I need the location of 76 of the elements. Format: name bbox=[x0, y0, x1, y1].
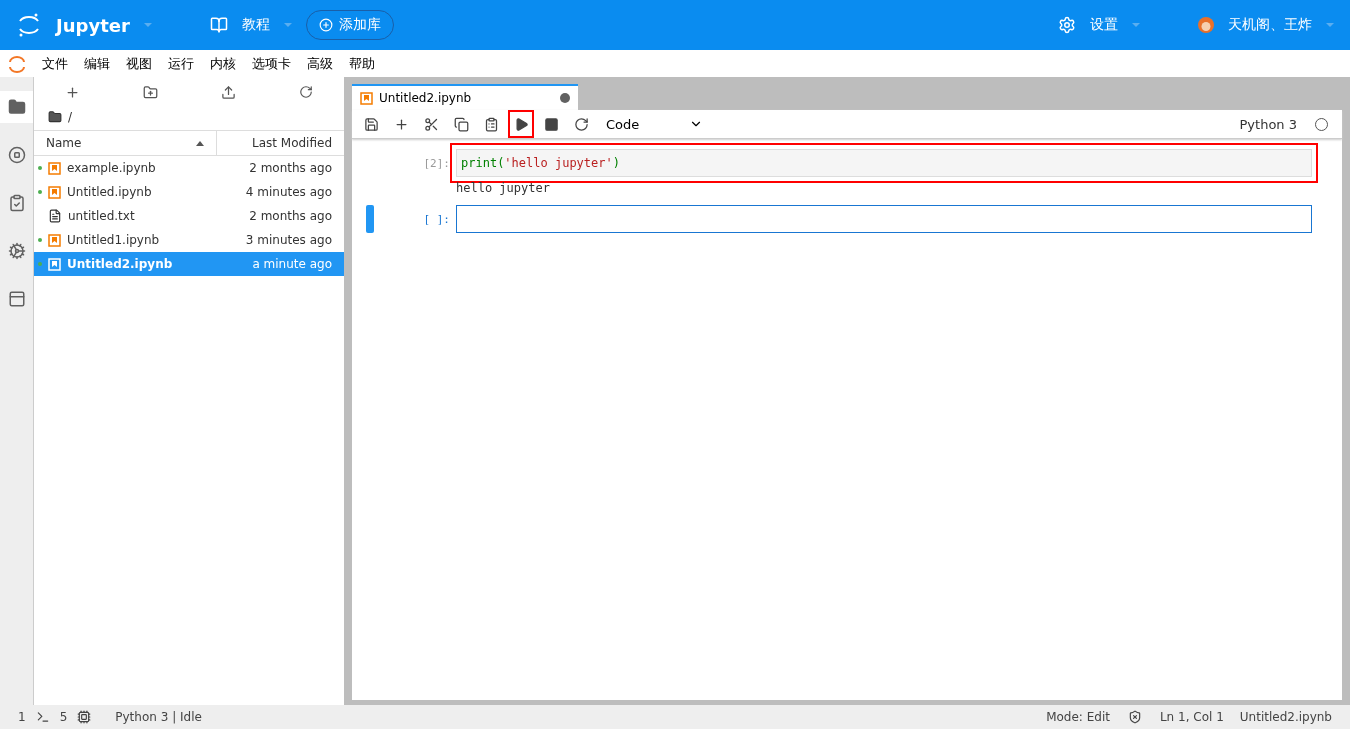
file-modified: a minute ago bbox=[252, 257, 332, 271]
file-row[interactable]: example.ipynb 2 months ago bbox=[34, 156, 344, 180]
settings-icon[interactable] bbox=[1058, 16, 1076, 34]
gears-icon bbox=[7, 242, 26, 260]
file-row[interactable]: untitled.txt 2 months ago bbox=[34, 204, 344, 228]
notebook-icon bbox=[48, 161, 61, 175]
file-icon bbox=[48, 209, 62, 223]
plus-circle-icon bbox=[318, 18, 333, 32]
terminal-icon[interactable] bbox=[35, 710, 50, 724]
sort-arrow-icon[interactable] bbox=[196, 140, 205, 146]
file-modified: 2 months ago bbox=[249, 161, 332, 175]
kernel-status[interactable]: Python 3 | Idle bbox=[115, 710, 202, 724]
play-icon bbox=[513, 116, 529, 132]
plus-icon bbox=[393, 116, 409, 132]
stop-circle-icon bbox=[7, 146, 26, 164]
plus-icon[interactable] bbox=[65, 85, 81, 100]
refresh-icon[interactable] bbox=[298, 85, 313, 99]
file-row[interactable]: Untitled.ipynb 4 minutes ago bbox=[34, 180, 344, 204]
clipboard-icon bbox=[483, 116, 499, 132]
copy-icon bbox=[453, 116, 469, 132]
notebook-icon bbox=[48, 233, 61, 247]
file-name: example.ipynb bbox=[67, 161, 157, 175]
file-name: untitled.txt bbox=[68, 209, 136, 223]
stop-icon bbox=[543, 116, 559, 132]
avatar-icon[interactable] bbox=[1198, 17, 1214, 33]
play-button[interactable] bbox=[508, 110, 534, 138]
menu-item[interactable]: 编辑 bbox=[84, 54, 110, 73]
notebook-icon bbox=[48, 257, 61, 271]
menu-item[interactable]: 内核 bbox=[210, 54, 236, 73]
file-row[interactable]: Untitled1.ipynb 3 minutes ago bbox=[34, 228, 344, 252]
tab-title[interactable]: Untitled2.ipynb bbox=[379, 91, 472, 105]
cell-prompt: [ ]: bbox=[422, 212, 451, 226]
kernel-count[interactable]: 5 bbox=[59, 710, 68, 724]
column-header[interactable]: Name bbox=[46, 136, 82, 150]
upload-icon[interactable] bbox=[220, 85, 236, 100]
refresh-icon bbox=[573, 116, 589, 132]
kernel-name[interactable]: Python 3 bbox=[1239, 116, 1297, 132]
window-icon bbox=[7, 290, 26, 308]
cell-prompt: [2]: bbox=[422, 156, 451, 170]
cursor-position[interactable]: Ln 1, Col 1 bbox=[1159, 710, 1224, 724]
notebook-tab[interactable]: Untitled2.ipynb bbox=[352, 84, 578, 110]
menu-item[interactable]: 帮助 bbox=[349, 54, 375, 73]
file-name: Untitled.ipynb bbox=[67, 185, 153, 199]
file-modified: 2 months ago bbox=[249, 209, 332, 223]
terminal-count[interactable]: 1 bbox=[18, 710, 26, 724]
scissors-icon bbox=[423, 116, 439, 132]
column-header[interactable]: Last Modified bbox=[252, 136, 332, 150]
new-folder-icon[interactable] bbox=[143, 85, 159, 100]
book-icon[interactable] bbox=[209, 16, 228, 34]
file-name: Untitled1.ipynb bbox=[67, 233, 161, 247]
file-name: Untitled2.ipynb bbox=[67, 257, 174, 271]
notebook-icon bbox=[48, 185, 61, 199]
menu-item[interactable]: 运行 bbox=[168, 54, 194, 73]
sidebar-tab[interactable] bbox=[0, 91, 33, 123]
menu-item[interactable]: 视图 bbox=[126, 54, 152, 73]
jupyter-logo-icon bbox=[8, 54, 26, 73]
menu-item[interactable]: 选项卡 bbox=[252, 54, 291, 73]
mode-text: Mode: Edit bbox=[1046, 710, 1110, 724]
cpu-icon[interactable] bbox=[77, 710, 92, 724]
active-cell-bar bbox=[366, 205, 374, 233]
menu-item[interactable]: 高级 bbox=[307, 54, 333, 73]
file-name: Untitled2.ipynb bbox=[1239, 710, 1332, 724]
path-text[interactable]: / bbox=[68, 110, 73, 124]
file-modified: 3 minutes ago bbox=[245, 233, 332, 247]
code-input[interactable] bbox=[456, 205, 1312, 233]
folder-icon[interactable] bbox=[48, 110, 62, 124]
notebook-icon bbox=[360, 91, 373, 105]
jupyter-logo-icon[interactable] bbox=[16, 12, 42, 38]
clipboard-icon bbox=[7, 194, 26, 212]
menu-item[interactable]: 文件 bbox=[42, 54, 68, 73]
cell-type-select[interactable]: Code bbox=[598, 116, 712, 132]
shield-icon[interactable] bbox=[1127, 710, 1142, 724]
save-icon bbox=[363, 116, 379, 132]
file-modified: 4 minutes ago bbox=[245, 185, 332, 199]
folder-icon bbox=[7, 98, 26, 116]
cell-output: hello jupyter bbox=[456, 181, 551, 195]
